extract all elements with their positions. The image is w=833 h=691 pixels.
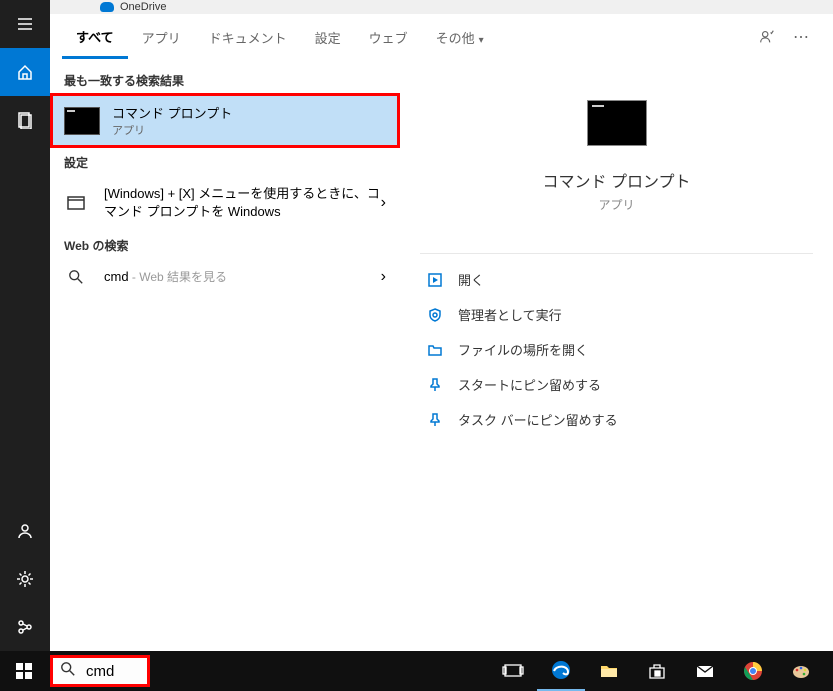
- taskbar-search-input[interactable]: [86, 663, 140, 680]
- store-icon[interactable]: [633, 651, 681, 691]
- edge-icon[interactable]: [537, 651, 585, 691]
- start-button[interactable]: [0, 651, 48, 691]
- filter-tabs: すべて アプリ ドキュメント 設定 ウェブ その他▾ ⋯: [50, 14, 833, 60]
- desktop-window-title: OneDrive: [120, 1, 166, 13]
- search-panel: すべて アプリ ドキュメント 設定 ウェブ その他▾ ⋯ 最も一致する検索結果 …: [50, 14, 833, 651]
- chevron-right-icon: ›: [381, 194, 386, 212]
- pin-icon: [426, 376, 444, 394]
- tab-apps[interactable]: アプリ: [128, 16, 195, 57]
- preview-actions: 開く 管理者として実行 ファイルの場所を開く スタートにピン留めする タスク バ…: [420, 253, 813, 437]
- pin-icon: [426, 411, 444, 429]
- chrome-icon[interactable]: [729, 651, 777, 691]
- sidebar-settings-gear[interactable]: [0, 555, 50, 603]
- result-command-prompt[interactable]: コマンド プロンプト アプリ: [50, 93, 400, 148]
- desktop-window-titlebar: OneDrive: [50, 0, 833, 14]
- preview-subtitle: アプリ: [598, 196, 634, 213]
- preview-cmd-icon: [587, 100, 647, 146]
- more-options-icon[interactable]: ⋯: [791, 27, 811, 47]
- settings-result-item[interactable]: [Windows] + [X] メニューを使用するときに、コマンド プロンプトを…: [50, 175, 400, 231]
- settings-item-text: [Windows] + [X] メニューを使用するときに、コマンド プロンプトを…: [104, 185, 381, 221]
- preview-column: コマンド プロンプト アプリ 開く 管理者として実行 ファイルの場所を開く: [400, 60, 833, 651]
- taskbar: [0, 651, 833, 691]
- web-query-suffix: - Web 結果を見る: [129, 270, 227, 284]
- folder-icon: [426, 341, 444, 359]
- task-view-icon[interactable]: [489, 651, 537, 691]
- search-icon: [60, 661, 76, 682]
- tab-settings[interactable]: 設定: [301, 16, 355, 57]
- search-icon: [64, 269, 88, 285]
- paint-icon[interactable]: [777, 651, 825, 691]
- action-run-admin[interactable]: 管理者として実行: [420, 297, 813, 332]
- feedback-icon[interactable]: [757, 27, 777, 47]
- tab-web[interactable]: ウェブ: [355, 16, 422, 57]
- onedrive-icon: [100, 2, 114, 12]
- web-search-item[interactable]: cmd - Web 結果を見る ›: [50, 258, 400, 296]
- mail-icon[interactable]: [681, 651, 729, 691]
- sidebar-share[interactable]: [0, 603, 50, 651]
- result-subtitle: アプリ: [112, 122, 386, 138]
- action-pin-taskbar[interactable]: タスク バーにピン留めする: [420, 402, 813, 437]
- open-icon: [426, 271, 444, 289]
- tab-documents[interactable]: ドキュメント: [195, 16, 301, 57]
- action-open-location[interactable]: ファイルの場所を開く: [420, 332, 813, 367]
- tab-more[interactable]: その他▾: [422, 16, 498, 57]
- chevron-right-icon: ›: [381, 268, 386, 286]
- web-section-label: Web の検索: [50, 231, 400, 258]
- taskbar-search-box[interactable]: [50, 655, 150, 687]
- settings-section-label: 設定: [50, 148, 400, 175]
- file-explorer-icon[interactable]: [585, 651, 633, 691]
- results-column: 最も一致する検索結果 コマンド プロンプト アプリ 設定 [Windows] +…: [50, 60, 400, 651]
- tab-all[interactable]: すべて: [62, 15, 128, 59]
- result-title: コマンド プロンプト: [112, 103, 386, 122]
- action-open[interactable]: 開く: [420, 262, 813, 297]
- web-query-text: cmd: [104, 269, 129, 284]
- window-layout-icon: [64, 196, 88, 210]
- chevron-down-icon: ▾: [479, 35, 484, 46]
- action-pin-start[interactable]: スタートにピン留めする: [420, 367, 813, 402]
- shield-icon: [426, 306, 444, 324]
- start-sidebar: [0, 0, 50, 651]
- sidebar-documents[interactable]: [0, 96, 50, 144]
- sidebar-home[interactable]: [0, 48, 50, 96]
- preview-title: コマンド プロンプト: [543, 168, 691, 192]
- sidebar-account[interactable]: [0, 507, 50, 555]
- best-match-label: 最も一致する検索結果: [50, 66, 400, 93]
- cmd-icon: [64, 107, 100, 135]
- menu-button[interactable]: [0, 0, 50, 48]
